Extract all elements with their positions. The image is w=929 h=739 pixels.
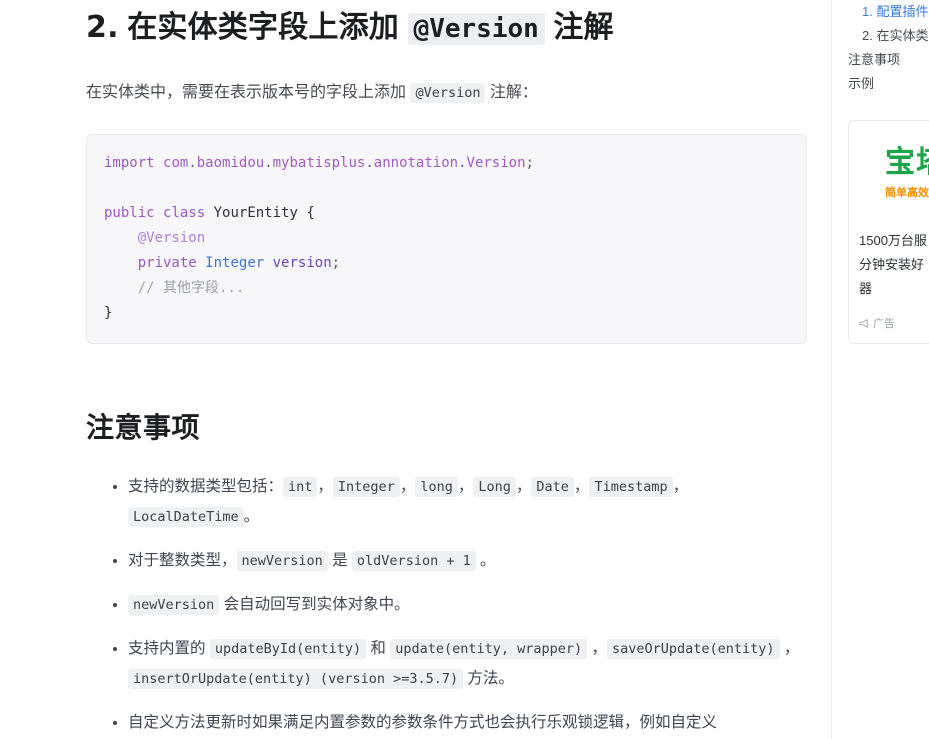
code-token: public bbox=[104, 205, 155, 221]
list-item-text: ， bbox=[573, 478, 590, 495]
code-token: } bbox=[104, 305, 113, 321]
code-block: import com.baomidou.mybatisplus.annotati… bbox=[86, 134, 807, 344]
list-item: 支持的数据类型包括： int， Integer， long， Long， Date， Tim… bbox=[86, 472, 807, 532]
list-item-text: 支持内置的 bbox=[128, 640, 210, 657]
ad-description-line: 1500万台服 bbox=[859, 233, 927, 248]
inline-code: long bbox=[415, 477, 458, 497]
list-item-text: 自定义方法更新时如果满足内置参数的参数条件方式也会执行乐观锁逻辑，例如自定义 bbox=[128, 714, 718, 731]
notes-heading: 注意事项 bbox=[86, 412, 201, 443]
code-token: baomidou bbox=[196, 155, 265, 171]
list-item-text: 是 bbox=[327, 552, 352, 569]
list-item-text: ， bbox=[672, 478, 689, 495]
ad-description-line: 分钟安装好 bbox=[859, 257, 925, 272]
list-item-text: 对于整数类型， bbox=[128, 552, 237, 569]
code-token: YourEntity bbox=[213, 205, 298, 221]
code-token: class bbox=[163, 205, 206, 221]
article-content: 2. 在实体类字段上添加 @Version 注解 在实体类中，需要在表示版本号的… bbox=[0, 0, 831, 739]
list-item: newVersion 会自动回写到实体对象中。 bbox=[86, 590, 807, 620]
inline-code: int bbox=[283, 477, 318, 497]
list-item: 自定义方法更新时如果满足内置参数的参数条件方式也会执行乐观锁逻辑，例如自定义 m… bbox=[86, 708, 807, 739]
list-item-text: ， bbox=[399, 478, 416, 495]
code-token: com bbox=[163, 155, 189, 171]
lead-paragraph: 在实体类中，需要在表示版本号的字段上添加 @Version 注解： bbox=[86, 79, 807, 107]
inline-code: Long bbox=[473, 477, 516, 497]
ad-disclosure-label: 广告 bbox=[859, 315, 929, 331]
list-item-text: 方法。 bbox=[463, 670, 514, 687]
inline-code: insertOrUpdate(entity) (version >=3.5.7) bbox=[128, 669, 464, 689]
list-item-text: ， bbox=[317, 478, 333, 495]
list-item-text: 。 bbox=[243, 508, 260, 525]
inline-code: newVersion bbox=[128, 595, 220, 615]
code-token: // 其他字段... bbox=[137, 280, 245, 296]
section-title-code: @Version bbox=[407, 13, 545, 45]
page-root: 2. 在实体类字段上添加 @Version 注解 在实体类中，需要在表示版本号的… bbox=[0, 0, 929, 739]
ad-tagline: 简单高效 bbox=[885, 187, 929, 199]
inline-code: update(entity, wrapper) bbox=[390, 639, 588, 659]
inline-code: newVersion bbox=[236, 551, 328, 571]
ad-description: 1500万台服 分钟安装好器 bbox=[859, 229, 929, 301]
code-token: ; bbox=[525, 155, 534, 171]
code-token: import bbox=[104, 155, 155, 171]
page-title: 2. 在实体类字段上添加 @Version 注解 bbox=[86, 8, 807, 47]
ad-banner-image: 宝塔 简单高效 bbox=[859, 131, 929, 217]
code-token: mybatisplus bbox=[272, 155, 366, 171]
inline-code: saveOrUpdate(entity) bbox=[607, 639, 780, 659]
table-of-contents: 1. 配置插件 2. 在实体类 注意事项 示例 bbox=[848, 0, 929, 96]
code-token: @Version bbox=[137, 230, 206, 246]
section-title-text-after: 注解 bbox=[544, 11, 614, 44]
section-number: 2. bbox=[86, 10, 119, 45]
inline-code: LocalDateTime bbox=[128, 507, 244, 527]
list-item: 对于整数类型， newVersion 是 oldVersion + 1 。 bbox=[86, 546, 807, 576]
list-item-text: 支持的数据类型包括： bbox=[128, 478, 284, 495]
ad-description-line: 器 bbox=[859, 281, 873, 296]
advertisement-card[interactable]: 宝塔 简单高效 1500万台服分钟安装好器 广告 bbox=[848, 120, 929, 344]
ad-megaphone-icon bbox=[859, 318, 868, 328]
code-token: private bbox=[137, 255, 197, 271]
toc-item-3[interactable]: 注意事项 bbox=[848, 48, 929, 72]
list-item-text: ， bbox=[457, 478, 474, 495]
code-token: . bbox=[188, 155, 197, 171]
code-token: . bbox=[264, 155, 273, 171]
list-item-text: 。 bbox=[475, 552, 496, 569]
code-token: ; bbox=[331, 255, 341, 271]
list-item-text: 和 bbox=[366, 640, 391, 657]
list-item-text: 会自动回写到实体对象中。 bbox=[219, 596, 410, 613]
lead-text-before: 在实体类中，需要在表示版本号的字段上添加 bbox=[86, 84, 411, 101]
toc-item-4[interactable]: 示例 bbox=[848, 72, 929, 96]
section-title-text-before: 在实体类字段上添加 bbox=[118, 11, 408, 44]
lead-inline-code: @Version bbox=[410, 83, 486, 103]
code-token: . bbox=[365, 155, 374, 171]
code-token: . bbox=[458, 155, 467, 171]
inline-code: Timestamp bbox=[589, 477, 673, 497]
code-block-content: import com.baomidou.mybatisplus.annotati… bbox=[104, 151, 789, 326]
lead-text-after: 注解： bbox=[485, 84, 538, 101]
list-item: 支持内置的 updateById(entity) 和 update(entity… bbox=[86, 634, 807, 694]
list-item-text: ， bbox=[515, 478, 532, 495]
inline-code: Integer bbox=[332, 477, 400, 497]
notes-list: 支持的数据类型包括： int， Integer， long， Long， Date， Tim… bbox=[86, 472, 807, 739]
toc-item-1[interactable]: 1. 配置插件 bbox=[848, 0, 929, 24]
code-token: Integer bbox=[205, 255, 265, 271]
inline-code: updateById(entity) bbox=[209, 639, 367, 659]
inline-code: oldVersion + 1 bbox=[351, 551, 476, 571]
inline-code: Date bbox=[531, 477, 574, 497]
ad-disclosure-text: 广告 bbox=[873, 318, 895, 330]
code-token: annotation bbox=[373, 155, 459, 171]
list-item-text: ， bbox=[587, 640, 607, 657]
toc-item-2[interactable]: 2. 在实体类 bbox=[848, 24, 929, 48]
code-token: Version bbox=[466, 155, 526, 171]
list-item-text: ， bbox=[779, 640, 800, 657]
ad-logo-text: 宝塔 bbox=[885, 146, 929, 179]
code-token: version bbox=[272, 255, 332, 271]
code-token: { bbox=[297, 205, 315, 221]
right-sidebar: 1. 配置插件2. 在实体类注意事项示例 宝塔 简单高效 1500万台服分钟安装… bbox=[831, 0, 929, 739]
